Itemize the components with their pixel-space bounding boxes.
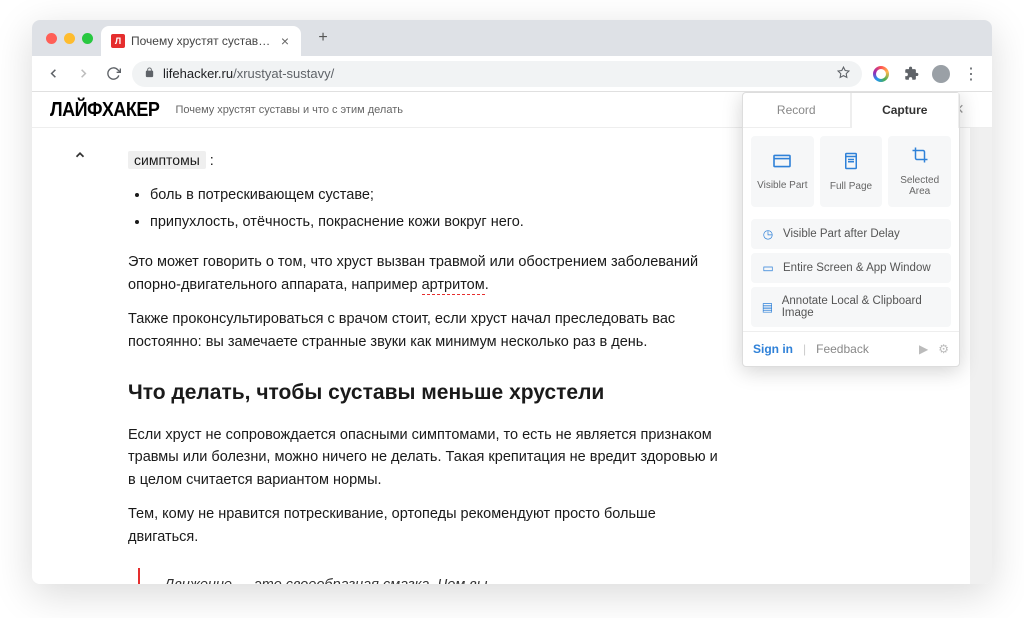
paragraph: Если хруст не сопровождается опасными си… xyxy=(128,424,728,491)
paragraph: Также проконсультироваться с врачом стои… xyxy=(128,308,728,353)
symptom-chip: симптомы xyxy=(128,151,206,169)
tab-capture[interactable]: Capture xyxy=(851,93,960,128)
symptom-list: боль в потрескивающем суставе; припухлос… xyxy=(128,184,728,233)
nimbus-extension-icon[interactable] xyxy=(870,63,892,85)
url-domain: lifehacker.ru/xrustyat-sustavy/ xyxy=(163,66,334,81)
article-body: симптомы : боль в потрескивающем суставе… xyxy=(128,138,768,584)
option-annotate-local[interactable]: ▤ Annotate Local & Clipboard Image xyxy=(751,287,951,327)
header-subtitle: Почему хрустят суставы и что с этим дела… xyxy=(175,104,403,116)
close-window-button[interactable] xyxy=(46,33,57,44)
scroll-up-button[interactable] xyxy=(69,144,91,166)
extension-popup: Record Capture Visible Part Full Page Se… xyxy=(742,92,960,367)
chrome-menu-button[interactable]: ⋮ xyxy=(960,63,982,85)
reload-button[interactable] xyxy=(102,63,124,85)
tile-visible-part[interactable]: Visible Part xyxy=(751,136,814,207)
maximize-window-button[interactable] xyxy=(82,33,93,44)
tab-record[interactable]: Record xyxy=(743,93,851,128)
back-button[interactable] xyxy=(42,63,64,85)
section-heading: Что делать, чтобы суставы меньше хрустел… xyxy=(128,377,728,410)
omnibox[interactable]: lifehacker.ru/xrustyat-sustavy/ xyxy=(132,61,862,87)
address-bar: lifehacker.ru/xrustyat-sustavy/ ⋮ xyxy=(32,56,992,92)
divider: | xyxy=(803,342,806,356)
site-logo[interactable]: ЛАЙФХАКЕР xyxy=(50,97,159,121)
new-tab-button[interactable]: + xyxy=(311,26,335,50)
profile-button[interactable] xyxy=(930,63,952,85)
bookmark-star-icon[interactable] xyxy=(837,66,850,82)
capture-tiles-row: Visible Part Full Page Selected Area xyxy=(743,128,959,215)
page-icon xyxy=(843,152,859,175)
extensions-button[interactable] xyxy=(900,63,922,85)
tab-title: Почему хрустят суставы и чт xyxy=(131,34,273,48)
extension-tabs: Record Capture xyxy=(743,93,959,128)
quote-block: Движение — это своеобразная смазка. Чем … xyxy=(138,568,728,584)
clock-icon: ◷ xyxy=(761,227,775,241)
tab-bar: Л Почему хрустят суставы и чт × + xyxy=(32,20,992,56)
link-arthritis[interactable]: артритом xyxy=(422,277,485,295)
image-icon: ▤ xyxy=(761,300,774,314)
page-viewport: ЛАЙФХАКЕР Почему хрустят суставы и что с… xyxy=(32,92,992,584)
tab-close-button[interactable]: × xyxy=(279,34,291,48)
option-entire-screen[interactable]: ▭ Entire Screen & App Window xyxy=(751,253,951,283)
feedback-link[interactable]: Feedback xyxy=(816,342,869,356)
option-visible-delay[interactable]: ◷ Visible Part after Delay xyxy=(751,219,951,249)
forward-button[interactable] xyxy=(72,63,94,85)
browser-tab[interactable]: Л Почему хрустят суставы и чт × xyxy=(101,26,301,56)
settings-gear-icon[interactable]: ⚙ xyxy=(938,342,949,356)
sign-in-link[interactable]: Sign in xyxy=(753,342,793,356)
tile-selected-area[interactable]: Selected Area xyxy=(888,136,951,207)
crop-icon xyxy=(911,146,929,169)
list-item: боль в потрескивающем суставе; xyxy=(150,184,728,206)
scroll-gutter xyxy=(970,128,992,584)
paragraph: Это может говорить о том, что хруст вызв… xyxy=(128,251,728,296)
minimize-window-button[interactable] xyxy=(64,33,75,44)
paragraph: Тем, кому не нравится потрескивание, орт… xyxy=(128,503,728,548)
sidebar-column xyxy=(32,138,128,584)
window-icon xyxy=(772,153,792,174)
lock-icon xyxy=(144,67,155,81)
tile-full-page[interactable]: Full Page xyxy=(820,136,883,207)
browser-window: Л Почему хрустят суставы и чт × + lifeha… xyxy=(32,20,992,584)
window-controls xyxy=(40,33,101,44)
screen-icon: ▭ xyxy=(761,261,775,275)
video-icon[interactable]: ▶ xyxy=(919,342,928,356)
tab-favicon: Л xyxy=(111,34,125,48)
extension-footer: Sign in | Feedback ▶ ⚙ xyxy=(743,331,959,366)
list-item: припухлость, отёчность, покраснение кожи… xyxy=(150,211,728,233)
symptom-line: симптомы : xyxy=(128,150,728,172)
